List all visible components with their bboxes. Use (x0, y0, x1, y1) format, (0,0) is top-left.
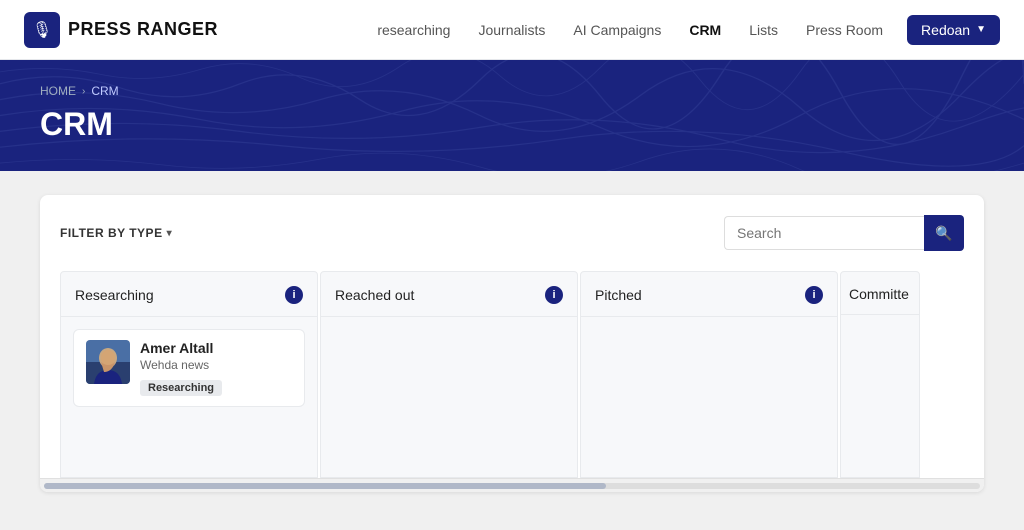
nav-lists[interactable]: Lists (749, 22, 778, 38)
col-title-reached-out: Reached out (335, 287, 414, 303)
nav-crm[interactable]: CRM (689, 22, 721, 38)
breadcrumb: HOME › CRM (40, 84, 984, 98)
col-header-researching: Researching i (61, 272, 317, 317)
user-menu-button[interactable]: Redoan ▼ (907, 15, 1000, 45)
col-body-pitched (581, 317, 837, 477)
col-title-researching: Researching (75, 287, 154, 303)
col-header-pitched: Pitched i (581, 272, 837, 317)
user-name: Redoan (921, 22, 970, 38)
breadcrumb-home[interactable]: HOME (40, 84, 76, 98)
kanban-scroll[interactable]: Researching i (40, 271, 984, 478)
col-title-pitched: Pitched (595, 287, 642, 303)
filter-caret-icon: ▾ (167, 228, 173, 239)
col-header-committed: Committe (841, 272, 919, 315)
card-name: Amer Altall (140, 340, 292, 356)
kanban-col-researching: Researching i (60, 271, 318, 478)
main-content: FILTER BY TYPE ▾ 🔍 Researching i (0, 171, 1024, 516)
logo-icon: 🎙 (24, 12, 60, 48)
card-avatar (86, 340, 130, 384)
col-header-reached-out: Reached out i (321, 272, 577, 317)
page-title: CRM (40, 106, 984, 143)
col-info-reached-out[interactable]: i (545, 286, 563, 304)
nav-publishers[interactable]: researching (377, 22, 450, 38)
board-container: FILTER BY TYPE ▾ 🔍 Researching i (40, 195, 984, 492)
kanban-col-pitched: Pitched i (580, 271, 838, 478)
search-button[interactable]: 🔍 (924, 215, 964, 251)
kanban-col-reached-out: Reached out i (320, 271, 578, 478)
col-body-researching: Amer Altall Wehda news Researching (61, 317, 317, 477)
chevron-down-icon: ▼ (976, 24, 986, 35)
col-info-pitched[interactable]: i (805, 286, 823, 304)
board-toolbar: FILTER BY TYPE ▾ 🔍 (60, 215, 964, 251)
scrollbar-track (44, 483, 980, 489)
col-info-researching[interactable]: i (285, 286, 303, 304)
logo-text: PRESS RANGER (68, 19, 218, 40)
search-input[interactable] (724, 216, 924, 250)
nav-ai-campaigns[interactable]: AI Campaigns (573, 22, 661, 38)
main-nav: researching Journalists AI Campaigns CRM… (377, 22, 883, 38)
kanban-board: Researching i (60, 271, 964, 478)
scrollbar-thumb[interactable] (44, 483, 606, 489)
nav-journalists[interactable]: Journalists (478, 22, 545, 38)
card-info: Amer Altall Wehda news Researching (140, 340, 292, 396)
search-icon: 🔍 (935, 225, 952, 242)
col-body-reached-out (321, 317, 577, 477)
nav-press-room[interactable]: Press Room (806, 22, 883, 38)
breadcrumb-separator: › (82, 86, 85, 97)
horizontal-scrollbar[interactable] (40, 478, 984, 492)
card-badge: Researching (140, 380, 222, 396)
kanban-col-committed: Committe (840, 271, 920, 478)
hero-banner: HOME › CRM CRM (0, 60, 1024, 171)
filter-by-type-button[interactable]: FILTER BY TYPE ▾ (60, 226, 172, 240)
filter-label: FILTER BY TYPE (60, 226, 163, 240)
kanban-card-amer-altall[interactable]: Amer Altall Wehda news Researching (73, 329, 305, 407)
card-org: Wehda news (140, 358, 292, 372)
search-box: 🔍 (724, 215, 964, 251)
logo: 🎙 PRESS RANGER (24, 12, 218, 48)
col-body-committed (841, 315, 919, 475)
breadcrumb-current: CRM (91, 84, 118, 98)
col-title-committed: Committe (849, 286, 909, 302)
navbar: 🎙 PRESS RANGER researching Journalists A… (0, 0, 1024, 60)
